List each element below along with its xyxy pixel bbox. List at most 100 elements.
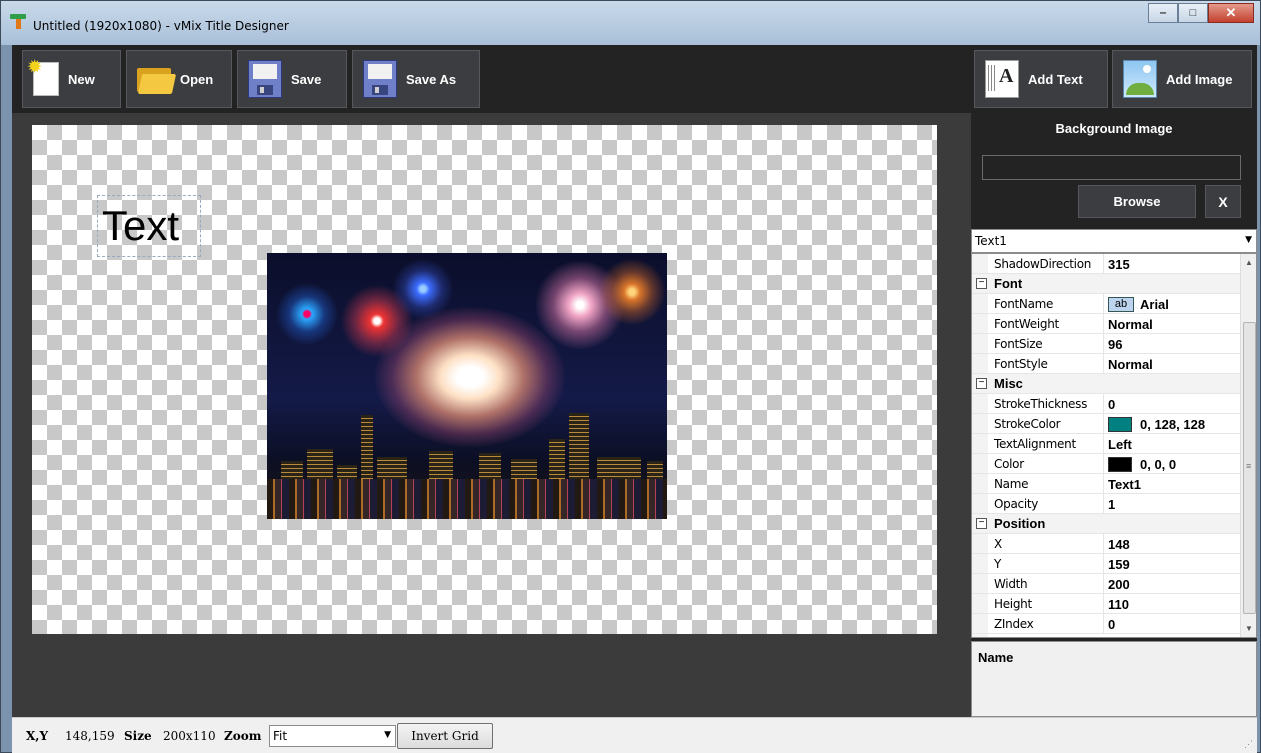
window-title: Untitled (1920x1080) - vMix Title Design… bbox=[33, 19, 289, 33]
property-row-fontname[interactable]: FontName ab Arial bbox=[972, 294, 1240, 314]
property-value[interactable]: Left bbox=[1108, 434, 1132, 454]
property-divider bbox=[1103, 534, 1104, 554]
property-row-height[interactable]: Height 110 bbox=[972, 594, 1240, 614]
resize-grip-icon[interactable]: ⋰ bbox=[1244, 740, 1253, 750]
property-name: Color bbox=[994, 457, 1024, 471]
property-row-width[interactable]: Width 200 bbox=[972, 574, 1240, 594]
property-row-fontsize[interactable]: FontSize 96 bbox=[972, 334, 1240, 354]
add-text-button-label: Add Text bbox=[1028, 71, 1083, 87]
property-value[interactable]: ab Arial bbox=[1108, 294, 1169, 314]
text-object[interactable]: Text bbox=[97, 195, 201, 257]
property-value[interactable]: Text1 bbox=[1108, 474, 1141, 494]
xy-value: 148,159 bbox=[65, 729, 115, 743]
property-category-position[interactable]: − Position bbox=[972, 514, 1240, 534]
property-value[interactable]: 96 bbox=[1108, 334, 1122, 354]
property-row-color[interactable]: Color 0, 0, 0 bbox=[972, 454, 1240, 474]
property-name: ZIndex bbox=[994, 617, 1034, 631]
xy-label: X,Y bbox=[26, 729, 49, 743]
property-value-text: 0, 128, 128 bbox=[1140, 416, 1206, 432]
color-swatch[interactable] bbox=[1108, 416, 1132, 432]
property-value-text: 0, 0, 0 bbox=[1140, 456, 1177, 472]
scroll-down-icon[interactable]: ▼ bbox=[1245, 624, 1253, 633]
property-grid[interactable]: ShadowDirection 315− Font FontName ab Arial Fo… bbox=[971, 253, 1257, 638]
property-value[interactable]: 315 bbox=[1108, 254, 1130, 274]
close-button[interactable]: ✕ bbox=[1208, 3, 1254, 23]
property-divider bbox=[1103, 414, 1104, 434]
property-row-zindex[interactable]: ZIndex 0 bbox=[972, 614, 1240, 634]
clear-background-button[interactable]: X bbox=[1205, 185, 1241, 218]
property-category-misc[interactable]: − Misc bbox=[972, 374, 1240, 394]
object-selector[interactable]: Text1 ▼ bbox=[971, 229, 1257, 253]
property-name: Name bbox=[994, 477, 1029, 491]
property-value-text: 110 bbox=[1108, 596, 1129, 612]
property-divider bbox=[1103, 254, 1104, 274]
property-row-textalignment[interactable]: TextAlignment Left bbox=[972, 434, 1240, 454]
zoom-select[interactable]: Fit ▼ bbox=[269, 725, 396, 747]
zoom-label: Zoom bbox=[224, 729, 262, 743]
minimize-button[interactable]: ‒ bbox=[1148, 3, 1178, 23]
property-value[interactable]: 148 bbox=[1108, 534, 1130, 554]
property-divider bbox=[1103, 394, 1104, 414]
property-value[interactable]: 0, 0, 0 bbox=[1108, 454, 1176, 474]
property-row-shadowdirection[interactable]: ShadowDirection 315 bbox=[972, 254, 1240, 274]
property-category-font[interactable]: − Font bbox=[972, 274, 1240, 294]
image-object[interactable] bbox=[267, 253, 667, 519]
property-row-fontstyle[interactable]: FontStyle Normal bbox=[972, 354, 1240, 374]
save-as-button[interactable]: Save As bbox=[352, 50, 480, 108]
background-image-path-field[interactable] bbox=[982, 155, 1241, 180]
property-value[interactable]: 1 bbox=[1108, 494, 1115, 514]
save-as-button-label: Save As bbox=[406, 71, 457, 87]
properties-panel: Background Image Browse X Text1 ▼ Shadow… bbox=[971, 113, 1257, 717]
property-value-text: Normal bbox=[1108, 316, 1153, 332]
collapse-icon[interactable]: − bbox=[976, 518, 987, 529]
property-value[interactable]: 159 bbox=[1108, 554, 1130, 574]
property-row-fontweight[interactable]: FontWeight Normal bbox=[972, 314, 1240, 334]
property-row-strokethickness[interactable]: StrokeThickness 0 bbox=[972, 394, 1240, 414]
property-row-y[interactable]: Y 159 bbox=[972, 554, 1240, 574]
open-button[interactable]: Open bbox=[126, 50, 232, 108]
property-value[interactable]: 200 bbox=[1108, 574, 1130, 594]
property-divider bbox=[1103, 494, 1104, 514]
size-label: Size bbox=[124, 729, 152, 743]
save-button[interactable]: Save bbox=[237, 50, 347, 108]
close-icon: ✕ bbox=[1225, 5, 1237, 20]
add-text-button[interactable]: A Add Text bbox=[974, 50, 1108, 108]
property-description-title: Name bbox=[978, 650, 1014, 665]
new-button[interactable]: ✹ New bbox=[22, 50, 121, 108]
property-row-opacity[interactable]: Opacity 1 bbox=[972, 494, 1240, 514]
chevron-down-icon: ▼ bbox=[1245, 235, 1252, 245]
color-swatch[interactable] bbox=[1108, 456, 1132, 472]
maximize-button[interactable]: □ bbox=[1178, 3, 1208, 23]
app-window: Untitled (1920x1080) - vMix Title Design… bbox=[0, 0, 1261, 753]
property-row-x[interactable]: X 148 bbox=[972, 534, 1240, 554]
title-canvas[interactable]: Text bbox=[32, 125, 937, 634]
property-name: ShadowDirection bbox=[994, 257, 1092, 271]
browse-button[interactable]: Browse bbox=[1078, 185, 1196, 218]
property-row-strokecolor[interactable]: StrokeColor 0, 128, 128 bbox=[972, 414, 1240, 434]
property-value[interactable]: 0 bbox=[1108, 614, 1115, 634]
property-value[interactable]: 0, 128, 128 bbox=[1108, 414, 1205, 434]
property-value[interactable]: 0 bbox=[1108, 394, 1115, 414]
property-grid-scrollbar[interactable]: ▲ ≡ ▼ bbox=[1240, 254, 1256, 637]
add-image-button[interactable]: Add Image bbox=[1112, 50, 1252, 108]
water-reflection bbox=[267, 479, 667, 519]
property-value[interactable]: Normal bbox=[1108, 354, 1153, 374]
title-bar[interactable]: Untitled (1920x1080) - vMix Title Design… bbox=[1, 1, 1260, 45]
property-value-text: 148 bbox=[1108, 536, 1130, 552]
invert-grid-button[interactable]: Invert Grid bbox=[397, 723, 493, 749]
property-row-name[interactable]: Name Text1 bbox=[972, 474, 1240, 494]
property-value-text: Left bbox=[1108, 436, 1132, 452]
add-text-icon: A bbox=[985, 60, 1019, 98]
collapse-icon[interactable]: − bbox=[976, 378, 987, 389]
property-name: TextAlignment bbox=[994, 437, 1076, 451]
property-category-label: Misc bbox=[994, 376, 1023, 391]
collapse-icon[interactable]: − bbox=[976, 278, 987, 289]
scroll-up-icon[interactable]: ▲ bbox=[1245, 258, 1253, 267]
size-value: 200x110 bbox=[163, 729, 216, 743]
folder-icon bbox=[137, 60, 177, 98]
property-divider bbox=[1103, 554, 1104, 574]
property-divider bbox=[1103, 574, 1104, 594]
property-value-text: 159 bbox=[1108, 556, 1130, 572]
property-value[interactable]: Normal bbox=[1108, 314, 1153, 334]
property-value[interactable]: 110 bbox=[1108, 594, 1129, 614]
